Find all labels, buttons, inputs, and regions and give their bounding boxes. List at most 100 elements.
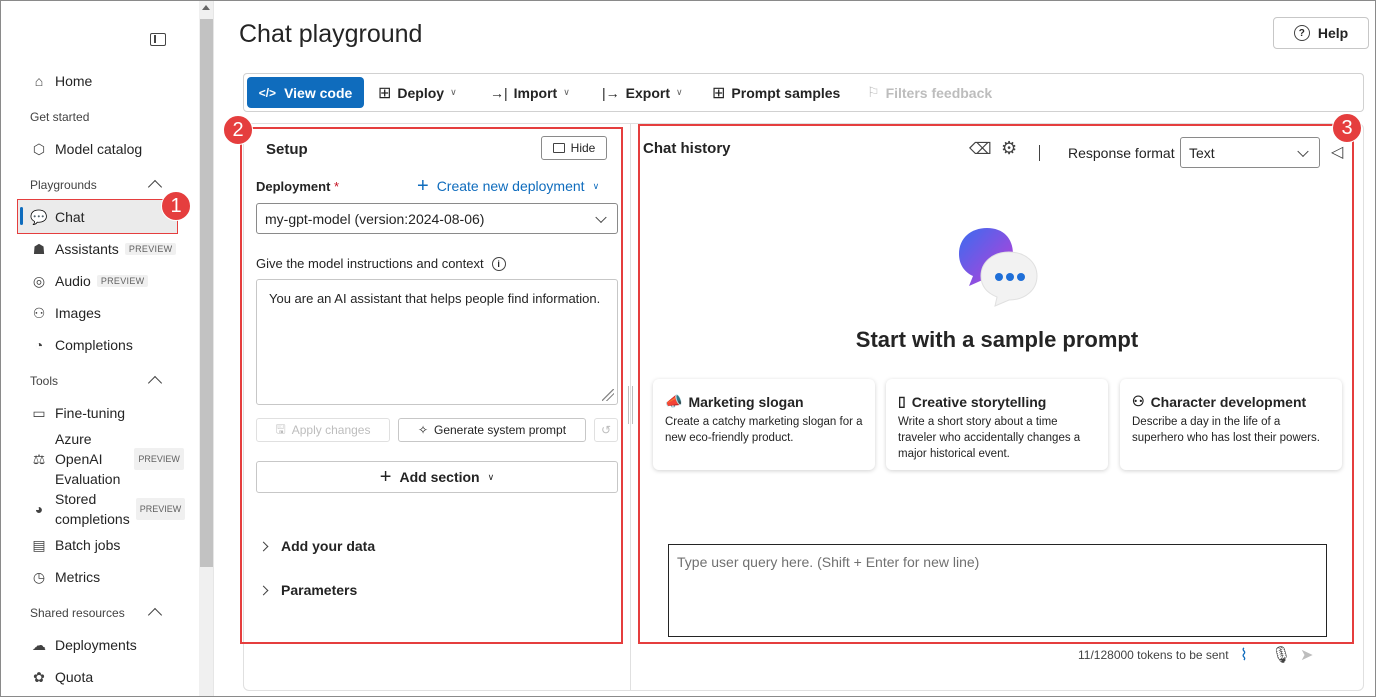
- nav-audio[interactable]: ◎ Audio PREVIEW: [30, 269, 149, 293]
- chevron-right-icon: [258, 585, 269, 595]
- section-shared-resources: Shared resources: [30, 606, 125, 620]
- chevron-down-icon: ∨: [592, 180, 600, 191]
- user-query-input[interactable]: Type user query here. (Shift + Enter for…: [668, 544, 1327, 637]
- quota-icon: ✿: [33, 668, 45, 685]
- home-icon: ⌂: [34, 73, 44, 89]
- nav-completions[interactable]: ◔ Completions: [30, 333, 133, 357]
- chevron-up-icon[interactable]: [147, 607, 163, 623]
- setup-title: Setup: [266, 141, 308, 158]
- microphone-icon[interactable]: 🎙: [1271, 645, 1291, 665]
- toolbar: </> View code ⊞ Deploy ∨ →| Import ∨ |→ …: [243, 73, 1364, 112]
- nav-assistants[interactable]: ☗ Assistants PREVIEW: [30, 237, 177, 261]
- people-icon: ⚇: [1132, 393, 1145, 409]
- send-icon[interactable]: ➤: [1300, 645, 1313, 665]
- speaker-icon[interactable]: ◁: [1331, 142, 1343, 162]
- reset-button[interactable]: ↺: [594, 418, 618, 442]
- chevron-down-icon: ∨: [487, 471, 495, 482]
- toolbar-separator: [1039, 145, 1040, 161]
- chevron-down-icon: ∨: [450, 87, 457, 97]
- apply-changes-button[interactable]: 🖫 Apply changes: [256, 418, 390, 442]
- response-format-select[interactable]: Text: [1180, 137, 1320, 168]
- response-format-label: Response format: [1068, 145, 1175, 161]
- audio-icon: ◎: [32, 272, 46, 289]
- section-playgrounds: Playgrounds: [30, 178, 97, 192]
- preview-badge: PREVIEW: [124, 243, 177, 255]
- system-message-textarea[interactable]: You are an AI assistant that helps peopl…: [256, 279, 618, 405]
- sidebar: ⌂ Home Get started ⬡ Model catalog Playg…: [1, 1, 199, 696]
- instructions-label: Give the model instructions and context …: [256, 256, 506, 271]
- deployments-icon: ☁: [32, 636, 46, 653]
- preview-badge: PREVIEW: [134, 448, 184, 470]
- nav-home[interactable]: ⌂ Home: [30, 69, 93, 93]
- callout-marker-1: 1: [161, 191, 191, 221]
- export-icon: |→: [602, 84, 620, 101]
- add-section-button[interactable]: + Add section ∨: [256, 461, 618, 493]
- info-icon[interactable]: i: [491, 256, 506, 271]
- export-button[interactable]: |→ Export ∨: [602, 74, 683, 111]
- nav-images[interactable]: ⚇ Images: [30, 301, 101, 325]
- collapse-sidebar-icon[interactable]: [150, 33, 166, 46]
- chevron-up-icon[interactable]: [147, 179, 163, 195]
- plus-icon: +: [379, 465, 392, 488]
- save-icon: 🖫: [275, 421, 286, 436]
- resize-grip-icon[interactable]: [602, 389, 614, 401]
- deployment-label: Deployment *: [256, 179, 340, 194]
- plus-icon: +: [417, 175, 429, 197]
- sidebar-scrollbar[interactable]: [199, 1, 214, 696]
- grid-icon: ⊞: [712, 84, 726, 102]
- chevron-right-icon: [258, 541, 269, 551]
- sample-prompt-card[interactable]: 📣 Marketing slogan Create a catchy market…: [653, 379, 875, 470]
- scroll-up-icon[interactable]: [202, 5, 210, 10]
- deploy-button[interactable]: ⊞ Deploy ∨: [378, 74, 457, 111]
- page-title: Chat playground: [239, 20, 423, 48]
- import-button[interactable]: →| Import ∨: [490, 74, 570, 111]
- clear-chat-icon[interactable]: ⌫: [969, 139, 992, 159]
- chat-icon: 💬: [30, 208, 48, 225]
- nav-quota[interactable]: ✿ Quota: [30, 665, 93, 689]
- nav-fine-tuning[interactable]: ▭ Fine-tuning: [30, 401, 125, 425]
- nav-model-catalog[interactable]: ⬡ Model catalog: [30, 137, 142, 161]
- nav-metrics[interactable]: ◷ Metrics: [30, 565, 100, 589]
- import-icon: →|: [490, 84, 508, 101]
- deploy-icon: ⊞: [378, 84, 392, 102]
- callout-marker-2: 2: [223, 115, 253, 145]
- resize-handle[interactable]: [628, 386, 633, 424]
- scroll-thumb[interactable]: [200, 19, 213, 567]
- help-button[interactable]: ? Help: [1273, 17, 1369, 49]
- settings-gear-icon[interactable]: ⚙: [1001, 138, 1017, 159]
- sample-prompt-card[interactable]: ▯ Creative storytelling Write a short sto…: [886, 379, 1108, 470]
- nav-batch-jobs[interactable]: ▤ Batch jobs: [30, 533, 120, 557]
- hide-button[interactable]: Hide: [541, 136, 607, 160]
- sparkle-icon: ✧: [417, 423, 428, 437]
- fine-tuning-icon: ▭: [32, 404, 46, 421]
- chevron-up-icon[interactable]: [147, 375, 163, 391]
- megaphone-icon: 📣: [665, 393, 683, 409]
- prompt-samples-button[interactable]: ⊞ Prompt samples: [712, 74, 840, 111]
- nav-deployments[interactable]: ☁ Deployments: [30, 633, 137, 657]
- attach-icon[interactable]: ⌇: [1240, 645, 1248, 665]
- code-icon: </>: [258, 85, 277, 100]
- create-deployment-link[interactable]: + Create new deployment ∨: [417, 175, 600, 197]
- chevron-down-icon: ∨: [563, 87, 570, 97]
- token-count: 11/128000 tokens to be sent: [1078, 648, 1229, 662]
- preview-badge: PREVIEW: [96, 275, 149, 287]
- metrics-icon: ◷: [32, 568, 46, 585]
- chevron-down-icon: [595, 211, 607, 223]
- sample-prompt-card[interactable]: ⚇ Character development Describe a day in…: [1120, 379, 1342, 470]
- parameters-accordion[interactable]: Parameters: [258, 582, 357, 598]
- nav-stored-completions[interactable]: ◕ Stored completions PREVIEW: [30, 489, 186, 529]
- section-tools: Tools: [30, 374, 59, 388]
- generate-system-prompt-button[interactable]: ✧ Generate system prompt: [398, 418, 586, 442]
- nav-chat[interactable]: 💬 Chat: [30, 205, 84, 229]
- add-your-data-accordion[interactable]: Add your data: [258, 538, 375, 554]
- undo-icon: ↺: [600, 423, 612, 437]
- feedback-icon: ⚐: [867, 84, 880, 100]
- nav-azure-openai-evaluation[interactable]: ⚖ Azure OpenAI Evaluation PREVIEW: [30, 429, 184, 489]
- completions-icon: ◔: [34, 337, 44, 353]
- stored-icon: ◕: [34, 501, 44, 517]
- chevron-down-icon: [1297, 145, 1309, 157]
- bot-icon: ☗: [32, 240, 46, 257]
- deployment-select[interactable]: my-gpt-model (version:2024-08-06): [256, 203, 618, 234]
- filters-feedback-button[interactable]: ⚐ Filters feedback: [867, 74, 992, 111]
- view-code-button[interactable]: </> View code: [247, 77, 364, 108]
